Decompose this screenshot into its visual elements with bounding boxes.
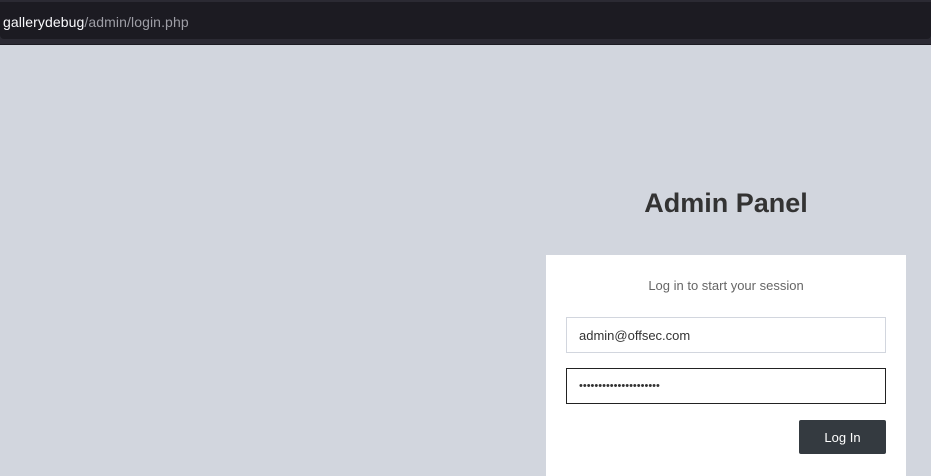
login-button[interactable]: Log In — [799, 420, 886, 454]
url-host: gallerydebug — [3, 14, 85, 30]
url-text[interactable]: gallerydebug/admin/login.php — [3, 14, 189, 30]
browser-toolbar: gallerydebug/admin/login.php — [0, 0, 931, 45]
page-title: Admin Panel — [644, 188, 808, 218]
email-field[interactable] — [566, 317, 886, 353]
login-box-message: Log in to start your session — [648, 278, 804, 293]
url-path: /admin/login.php — [84, 14, 189, 30]
address-bar[interactable]: gallerydebug/admin/login.php — [0, 2, 931, 39]
login-box: Log in to start your session Log In — [546, 255, 906, 476]
password-field[interactable] — [566, 368, 886, 404]
